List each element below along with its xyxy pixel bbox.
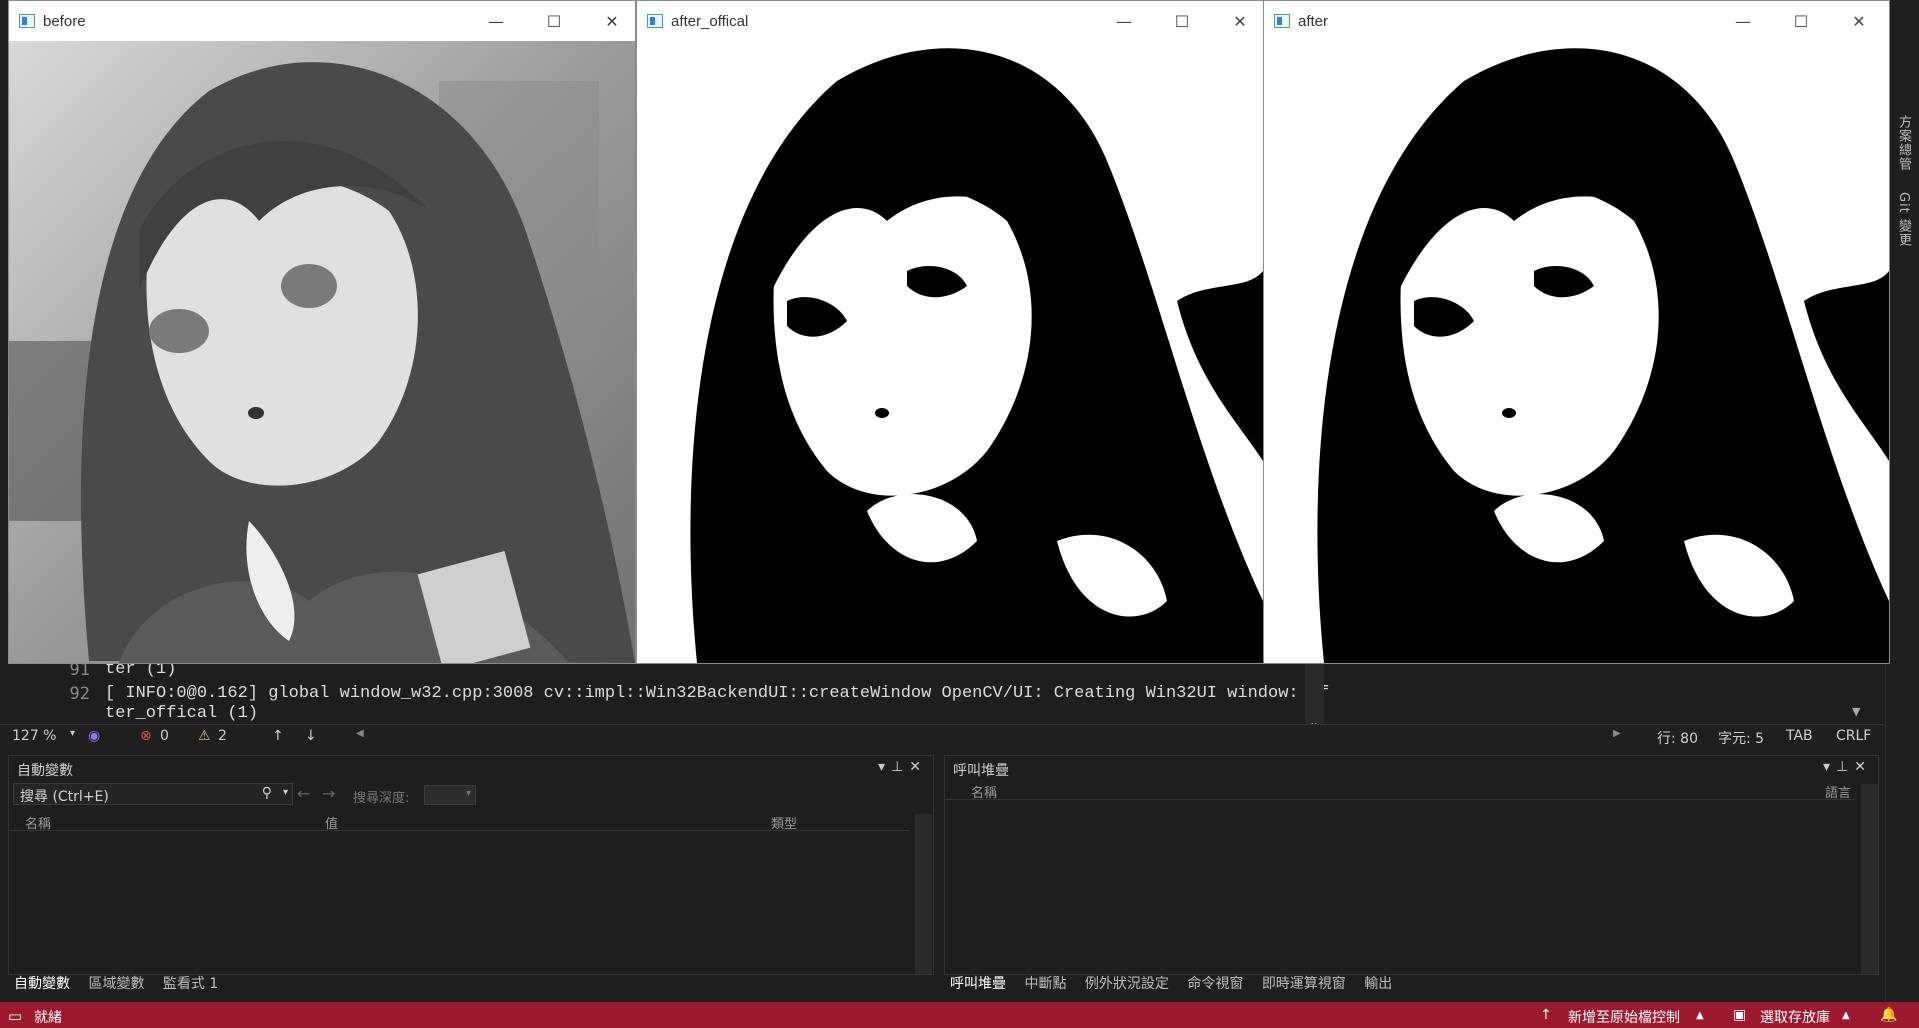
arrow-down-icon[interactable]: ↓: [305, 728, 317, 744]
tab-call-stack[interactable]: 呼叫堆疊: [950, 976, 1006, 992]
status-icon: ▭: [8, 1007, 23, 1025]
callstack-header-row: 名稱 語言: [945, 780, 1855, 801]
dropdown-icon[interactable]: ▾: [1823, 759, 1836, 775]
maximize-button[interactable]: ☐: [1772, 1, 1830, 41]
console-line: [ INFO:0@0.162] global window_w32.cpp:30…: [105, 684, 1330, 703]
forward-arrow-icon[interactable]: →: [322, 784, 335, 803]
indent-indicator[interactable]: TAB: [1786, 728, 1813, 744]
app-icon: [647, 14, 663, 28]
arrow-up-icon: ↑: [1540, 1007, 1552, 1023]
autos-tabs: 自動變數 區域變數 監看式 1: [14, 973, 232, 995]
error-icon: ⊗: [140, 728, 152, 744]
column-name[interactable]: 名稱: [25, 813, 51, 832]
line-number: 92: [69, 684, 90, 704]
window-title: after_offical: [671, 12, 749, 30]
minimize-button[interactable]: —: [1714, 1, 1772, 41]
grayscale-anime-image: [9, 41, 635, 663]
caret-up-icon[interactable]: ▲: [1842, 1010, 1850, 1021]
depth-label: 搜尋深度:: [353, 791, 410, 806]
panel-title: 自動變數: [17, 763, 73, 779]
caret-up-icon[interactable]: ▲: [1696, 1010, 1704, 1021]
window-after-offical[interactable]: after_offical — ☐ ✕: [636, 0, 1264, 664]
panel-header: 自動變數 ▾⊥✕: [9, 756, 933, 780]
solution-explorer-tab[interactable]: 方案總管: [1894, 115, 1913, 171]
maximize-button[interactable]: ☐: [1153, 1, 1211, 41]
search-icon[interactable]: ⚲: [262, 785, 272, 801]
binary-anime-image: [1264, 41, 1889, 663]
minimize-button[interactable]: —: [1095, 1, 1153, 41]
line-indicator[interactable]: 行: 80: [1657, 728, 1698, 748]
column-language[interactable]: 語言: [1825, 782, 1851, 801]
autos-header-row: 名稱 值 類型: [9, 811, 909, 832]
error-count[interactable]: 0: [160, 728, 169, 744]
panel-title: 呼叫堆疊: [953, 763, 1009, 779]
search-placeholder: 搜尋 (Ctrl+E): [20, 789, 109, 805]
autos-scrollbar[interactable]: [915, 814, 932, 974]
add-to-source-control[interactable]: 新增至原始檔控制: [1568, 1007, 1680, 1027]
tab-locals[interactable]: 區域變數: [88, 976, 144, 992]
window-after[interactable]: after — ☐ ✕: [1263, 0, 1890, 664]
tab-exception-settings[interactable]: 例外狀況設定: [1085, 976, 1169, 992]
warning-count[interactable]: 2: [218, 728, 227, 744]
depth-select[interactable]: ▾: [424, 785, 476, 805]
close-button[interactable]: ✕: [1211, 1, 1269, 41]
search-dropdown-icon[interactable]: ▾: [283, 787, 288, 798]
status-ready: 就緒: [34, 1010, 62, 1026]
select-repository[interactable]: 選取存放庫: [1760, 1007, 1830, 1027]
column-value[interactable]: 值: [325, 813, 338, 832]
status-bar: ▭ 就緒 ↑ 新增至原始檔控制 ▲ ▣ 選取存放庫 ▲ 🔔: [0, 1002, 1919, 1028]
back-arrow-icon[interactable]: ←: [297, 784, 310, 803]
char-indicator[interactable]: 字元: 5: [1718, 728, 1764, 748]
close-button[interactable]: ✕: [1830, 1, 1888, 41]
copilot-icon[interactable]: ◉: [88, 728, 100, 744]
zoom-dropdown-icon[interactable]: ▾: [70, 728, 75, 739]
tab-output[interactable]: 輸出: [1364, 976, 1392, 992]
warning-icon: ⚠: [198, 728, 211, 744]
tab-command-window[interactable]: 命令視窗: [1187, 976, 1243, 992]
zoom-level[interactable]: 127 %: [12, 728, 56, 744]
right-tool-strip: 方案總管 Git 變更: [1885, 0, 1919, 1002]
git-changes-tab[interactable]: Git 變更: [1894, 192, 1913, 247]
scroll-left-icon[interactable]: ◀: [356, 728, 364, 739]
scroll-right-icon[interactable]: ▶: [1613, 728, 1621, 739]
pin-icon[interactable]: ⊥: [1836, 759, 1854, 775]
app-icon: [1274, 14, 1290, 28]
close-button[interactable]: ✕: [583, 1, 641, 41]
column-name[interactable]: 名稱: [971, 782, 997, 801]
minimize-button[interactable]: —: [467, 1, 525, 41]
autos-panel: 自動變數 ▾⊥✕ 搜尋 (Ctrl+E) ⚲ ▾ ← → 搜尋深度: ▾ 名稱 …: [8, 755, 934, 975]
callstack-panel: 呼叫堆疊 ▾⊥✕ 名稱 語言: [944, 755, 1879, 975]
tab-breakpoints[interactable]: 中斷點: [1024, 976, 1066, 992]
column-type[interactable]: 類型: [771, 813, 797, 832]
tab-autos[interactable]: 自動變數: [14, 976, 70, 992]
callstack-scrollbar[interactable]: [1861, 784, 1878, 974]
pin-icon[interactable]: ⊥: [891, 759, 909, 775]
window-title: before: [43, 12, 86, 30]
tab-immediate-window[interactable]: 即時運算視窗: [1262, 976, 1346, 992]
bell-icon[interactable]: 🔔: [1880, 1007, 1897, 1023]
binary-anime-image: [637, 41, 1263, 663]
close-icon[interactable]: ✕: [909, 759, 927, 775]
window-title: after: [1298, 12, 1329, 30]
chevron-down-icon[interactable]: ▾: [466, 788, 471, 799]
callstack-tabs: 呼叫堆疊 中斷點 例外狀況設定 命令視窗 即時運算視窗 輸出: [950, 973, 1406, 995]
search-input[interactable]: 搜尋 (Ctrl+E) ⚲ ▾: [13, 783, 293, 805]
console-line: ter_offical (1): [105, 704, 259, 723]
app-icon: [19, 14, 35, 28]
scroll-down-icon[interactable]: ▼: [1852, 705, 1860, 718]
tab-watch-1[interactable]: 監看式 1: [163, 976, 218, 992]
close-icon[interactable]: ✕: [1854, 759, 1872, 775]
editor-status-bar: 127 % ▾ ◉ ⊗ 0 ⚠ 2 ↑ ↓ ◀ ▶ 行: 80 字元: 5 TA…: [0, 724, 1885, 748]
eol-indicator[interactable]: CRLF: [1836, 728, 1871, 744]
maximize-button[interactable]: ☐: [525, 1, 583, 41]
panel-header: 呼叫堆疊 ▾⊥✕: [945, 756, 1878, 780]
dropdown-icon[interactable]: ▾: [878, 759, 891, 775]
window-before[interactable]: before — ☐ ✕: [8, 0, 636, 664]
arrow-up-icon[interactable]: ↑: [272, 728, 284, 744]
repo-icon: ▣: [1733, 1007, 1747, 1023]
